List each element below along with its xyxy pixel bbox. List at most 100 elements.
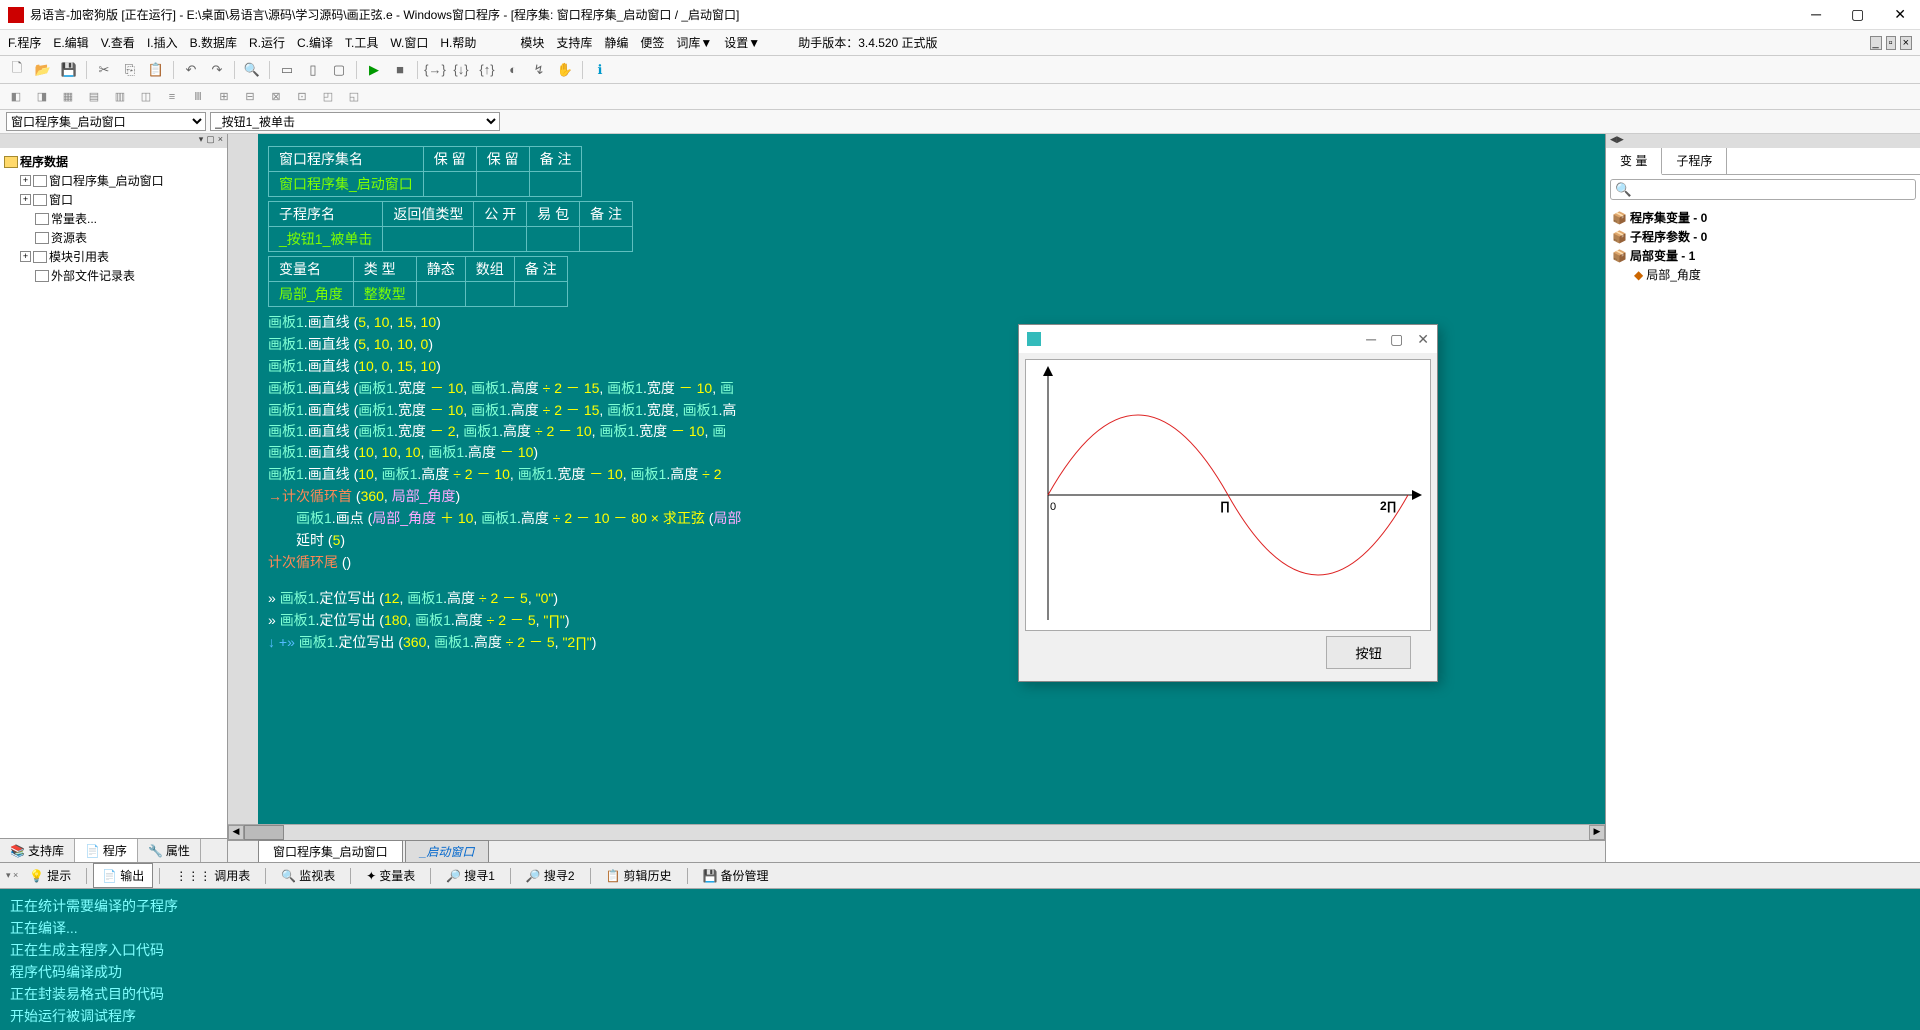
tab-subroutines[interactable]: 子程序 (1662, 148, 1727, 174)
new-icon[interactable]: 🗋 (6, 59, 28, 81)
hand-icon[interactable]: ✋ (554, 59, 576, 81)
t8-icon[interactable]: Ⅲ (188, 87, 208, 107)
maximize-button[interactable]: ▢ (1845, 4, 1870, 25)
close-button[interactable]: ✕ (1888, 4, 1912, 25)
output-text[interactable]: 正在统计需要编译的子程序 正在编译... 正在生成主程序入口代码 程序代码编译成… (0, 889, 1920, 1030)
find-icon[interactable]: 🔍 (241, 59, 263, 81)
dock-handle[interactable]: ▾▢× (0, 134, 227, 148)
copy-icon[interactable]: ⎘ (119, 59, 141, 81)
minimize-button[interactable]: ─ (1805, 4, 1827, 25)
scroll-thumb[interactable] (244, 825, 284, 840)
menu-help[interactable]: H.帮助 (440, 34, 476, 51)
class-select[interactable]: 窗口程序集_启动窗口 (6, 112, 206, 131)
layout1-icon[interactable]: ▭ (276, 59, 298, 81)
tree-item[interactable]: 窗口 (49, 191, 73, 208)
menu-note[interactable]: 便签 (640, 34, 664, 51)
btab-calltable[interactable]: ⋮⋮⋮ 调用表 (166, 863, 259, 888)
t4-icon[interactable]: ▤ (84, 87, 104, 107)
menu-dict[interactable]: 词库▼ (676, 34, 712, 51)
method-select[interactable]: _按钮1_被单击 (210, 112, 500, 131)
menu-compile[interactable]: C.编译 (297, 34, 333, 51)
runtime-min-icon[interactable]: ─ (1366, 331, 1376, 348)
runtime-titlebar[interactable]: ─ ▢ ✕ (1019, 325, 1437, 353)
step-over-icon[interactable]: {→} (424, 59, 446, 81)
expand-icon[interactable]: + (20, 251, 31, 262)
stop-icon[interactable]: ■ (389, 59, 411, 81)
paste-icon[interactable]: 📋 (145, 59, 167, 81)
layout3-icon[interactable]: ▢ (328, 59, 350, 81)
tab-program[interactable]: 📄 程序 (75, 839, 138, 862)
expand-icon[interactable]: + (20, 194, 31, 205)
scroll-left-icon[interactable]: ◀ (228, 825, 244, 840)
t5-icon[interactable]: ▥ (110, 87, 130, 107)
t1-icon[interactable]: ◧ (6, 87, 26, 107)
open-icon[interactable]: 📂 (32, 59, 54, 81)
cursor-icon[interactable]: ↯ (528, 59, 550, 81)
project-tree[interactable]: 程序数据 +窗口程序集_启动窗口 +窗口 常量表... 资源表 +模块引用表 外… (0, 148, 227, 838)
runtime-max-icon[interactable]: ▢ (1390, 331, 1403, 348)
menu-run[interactable]: R.运行 (249, 34, 285, 51)
t7-icon[interactable]: ≡ (162, 87, 182, 107)
editor-tab[interactable]: 窗口程序集_启动窗口 (258, 840, 403, 862)
step-into-icon[interactable]: {↓} (450, 59, 472, 81)
btab-search2[interactable]: 🔎搜寻2 (517, 863, 584, 888)
t14-icon[interactable]: ◱ (344, 87, 364, 107)
menu-view[interactable]: V.查看 (101, 34, 135, 51)
step-out-icon[interactable]: {↑} (476, 59, 498, 81)
t13-icon[interactable]: ◰ (318, 87, 338, 107)
tree-item[interactable]: 模块引用表 (49, 248, 109, 265)
btab-output[interactable]: 📄输出 (93, 863, 153, 888)
save-icon[interactable]: 💾 (58, 59, 80, 81)
tree-item[interactable]: 常量表... (51, 210, 97, 227)
layout2-icon[interactable]: ▯ (302, 59, 324, 81)
tree-item[interactable]: 外部文件记录表 (51, 267, 135, 284)
h-scrollbar[interactable]: ◀ ▶ (228, 824, 1605, 840)
menu-file[interactable]: F.程序 (8, 34, 41, 51)
cut-icon[interactable]: ✂ (93, 59, 115, 81)
menu-insert[interactable]: I.插入 (147, 34, 178, 51)
btab-tips[interactable]: 💡提示 (20, 863, 80, 888)
tab-support[interactable]: 📚 支持库 (0, 839, 75, 862)
tab-property[interactable]: 🔧 属性 (138, 839, 201, 862)
menu-edit[interactable]: E.编辑 (53, 34, 88, 51)
undo-icon[interactable]: ↶ (180, 59, 202, 81)
t9-icon[interactable]: ⊞ (214, 87, 234, 107)
t12-icon[interactable]: ⊡ (292, 87, 312, 107)
btab-watch[interactable]: 🔍监视表 (272, 863, 344, 888)
btab-search1[interactable]: 🔎搜寻1 (437, 863, 504, 888)
mdi-close-icon[interactable]: × (1900, 36, 1912, 50)
t6-icon[interactable]: ◫ (136, 87, 156, 107)
dock-handle[interactable]: ◀▶ (1606, 134, 1920, 148)
breakpoint-icon[interactable]: ◐ (502, 59, 524, 81)
mdi-max-icon[interactable]: ▫ (1886, 36, 1896, 50)
t10-icon[interactable]: ⊟ (240, 87, 260, 107)
menu-module[interactable]: 模块 (520, 34, 544, 51)
t3-icon[interactable]: ▦ (58, 87, 78, 107)
run-button[interactable]: 按钮 (1326, 636, 1411, 669)
variable-tree[interactable]: 📦程序集变量 - 0 📦子程序参数 - 0 📦局部变量 - 1 ◆局部_角度 (1606, 204, 1920, 288)
btab-vartable[interactable]: ✦变量表 (357, 863, 424, 888)
btab-backup[interactable]: 💾备份管理 (694, 863, 778, 888)
search-input[interactable] (1610, 179, 1916, 200)
scroll-right-icon[interactable]: ▶ (1589, 825, 1605, 840)
tab-variables[interactable]: 变 量 (1606, 148, 1662, 175)
redo-icon[interactable]: ↷ (206, 59, 228, 81)
editor-tab[interactable]: _启动窗口 (405, 840, 490, 862)
menu-static[interactable]: 静编 (604, 34, 628, 51)
runtime-close-icon[interactable]: ✕ (1417, 331, 1429, 348)
btab-clip[interactable]: 📋剪辑历史 (597, 863, 681, 888)
tree-item[interactable]: 窗口程序集_启动窗口 (49, 172, 164, 189)
runtime-window[interactable]: ─ ▢ ✕ 0 ∏ 2∏ (1018, 324, 1438, 682)
info-icon[interactable]: ℹ (589, 59, 611, 81)
menu-window[interactable]: W.窗口 (390, 34, 428, 51)
menu-settings[interactable]: 设置▼ (724, 34, 760, 51)
run-icon[interactable]: ▶ (363, 59, 385, 81)
t11-icon[interactable]: ⊠ (266, 87, 286, 107)
menu-lib[interactable]: 支持库 (556, 34, 592, 51)
tree-item[interactable]: 资源表 (51, 229, 87, 246)
expand-icon[interactable]: + (20, 175, 31, 186)
mdi-min-icon[interactable]: _ (1870, 36, 1882, 50)
code-editor[interactable]: 窗口程序集名保 留保 留备 注 窗口程序集_启动窗口 子程序名返回值类型公 开易… (228, 134, 1605, 824)
t2-icon[interactable]: ◨ (32, 87, 52, 107)
menu-tools[interactable]: T.工具 (345, 34, 378, 51)
